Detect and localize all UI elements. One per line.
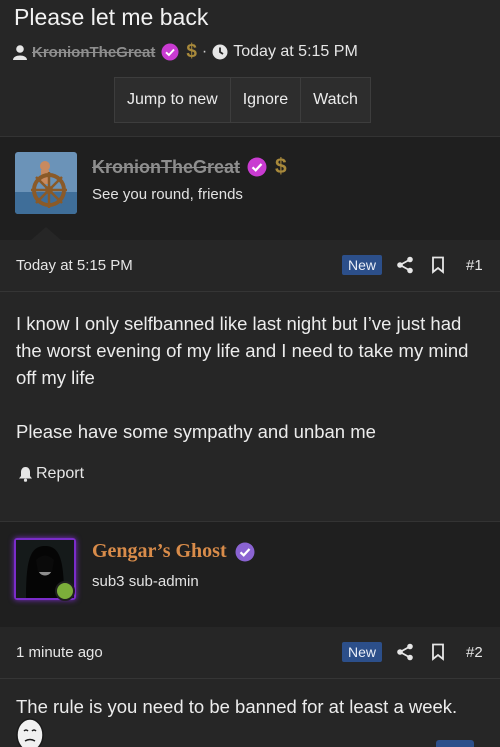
verified-icon — [247, 157, 267, 177]
share-icon[interactable] — [394, 254, 416, 276]
bookmark-icon[interactable] — [427, 641, 449, 663]
post-2-author[interactable]: Gengar’s Ghost — [92, 540, 255, 563]
report-button[interactable]: Report — [18, 465, 84, 483]
post-pointer — [30, 227, 62, 241]
post-1-user-bar: KronionTheGreat $ See you round, friends — [0, 136, 500, 241]
post-2-paragraph: The rule is you need to be banned for at… — [16, 696, 458, 717]
post-2-user-title: sub3 sub-admin — [92, 573, 199, 590]
post-1-author[interactable]: KronionTheGreat $ — [92, 155, 287, 179]
thread-header: Please let me back KronionTheGreat $ · T… — [0, 0, 500, 136]
post-1-number[interactable]: #1 — [466, 257, 483, 274]
jump-to-new-button[interactable]: Jump to new — [115, 78, 231, 122]
post-1-paragraph: I know I only selfbanned like last night… — [16, 313, 469, 388]
post-2-user-bar: Gengar’s Ghost sub3 sub-admin — [0, 521, 500, 627]
thread-author[interactable]: KronionTheGreat — [32, 44, 155, 61]
dollar-icon: $ — [275, 155, 287, 178]
post-2-number[interactable]: #2 — [466, 644, 483, 661]
user-icon — [12, 44, 28, 60]
new-badge: New — [342, 642, 383, 662]
thread-title: Please let me back — [14, 4, 209, 30]
clock-icon — [212, 44, 228, 60]
post-2-date[interactable]: 1 minute ago — [16, 644, 103, 661]
thread-time: Today at 5:15 PM — [233, 43, 358, 60]
online-indicator — [55, 581, 75, 601]
post-1-author-name[interactable]: KronionTheGreat — [92, 157, 240, 178]
new-badge: New — [342, 255, 383, 275]
post-1-user-title: See you round, friends — [92, 186, 243, 203]
report-label: Report — [36, 465, 85, 482]
scroll-to-top-button[interactable] — [436, 740, 474, 747]
share-icon[interactable] — [394, 641, 416, 663]
post-1-date[interactable]: Today at 5:15 PM — [16, 257, 133, 274]
bookmark-icon[interactable] — [427, 254, 449, 276]
thread-actions: Jump to new Ignore Watch — [114, 77, 371, 123]
thread-meta: KronionTheGreat $ · Today at 5:15 PM — [12, 40, 358, 64]
post-2-author-name[interactable]: Gengar’s Ghost — [92, 540, 227, 563]
bell-icon — [18, 466, 33, 482]
meta-separator: · — [201, 43, 208, 60]
post-1-paragraph: Please have some sympathy and unban me — [16, 421, 376, 442]
reaction-face-icon[interactable] — [16, 717, 44, 747]
dollar-icon: $ — [186, 41, 197, 62]
avatar[interactable] — [15, 152, 77, 214]
post-1-meta: Today at 5:15 PM New #1 — [0, 240, 500, 292]
post-2-meta: 1 minute ago New #2 — [0, 627, 500, 679]
avatar[interactable] — [14, 538, 76, 601]
watch-button[interactable]: Watch — [301, 78, 370, 122]
ignore-button[interactable]: Ignore — [231, 78, 302, 122]
verified-icon — [161, 43, 179, 61]
post-2-body: The rule is you need to be banned for at… — [16, 693, 488, 747]
verified-icon — [235, 542, 255, 562]
post-1-body: I know I only selfbanned like last night… — [16, 310, 488, 472]
